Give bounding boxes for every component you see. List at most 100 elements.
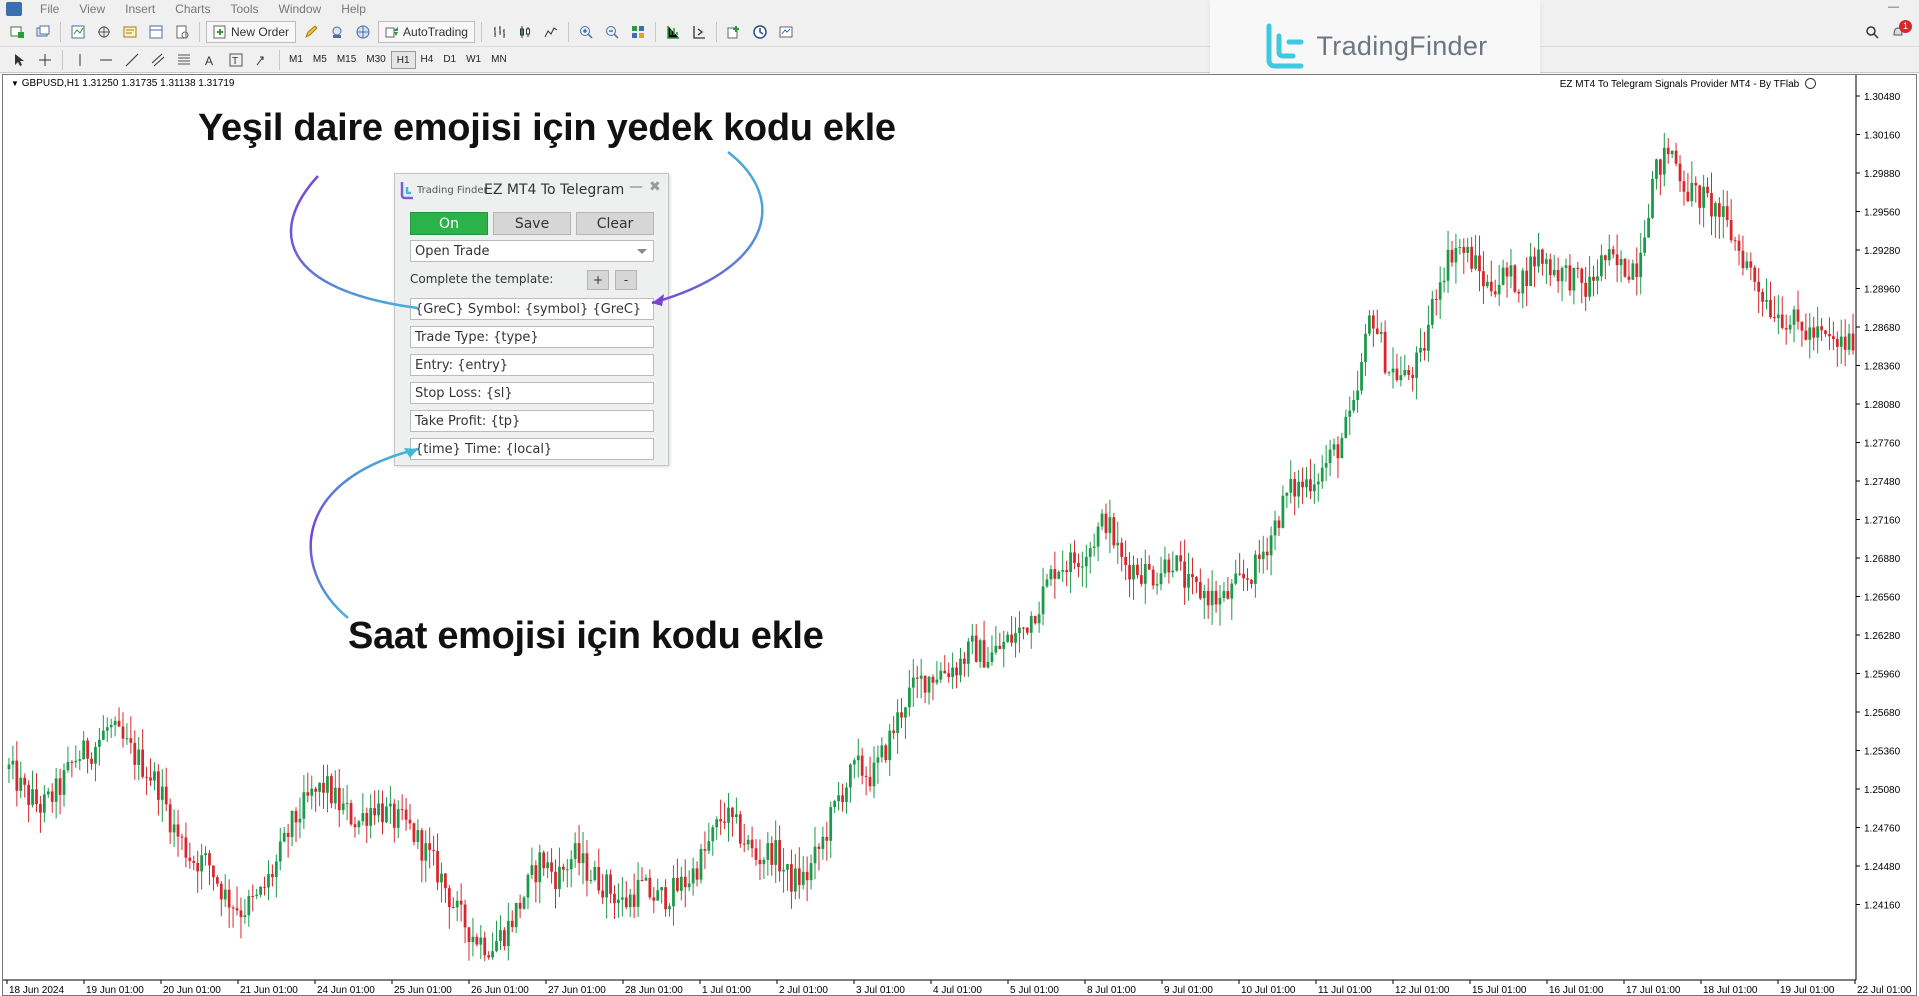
zoom-in-icon[interactable] <box>575 21 597 43</box>
metaeditor-icon[interactable] <box>300 21 322 43</box>
candle-body <box>1556 269 1560 282</box>
panel-close-button[interactable]: ✖ <box>649 179 661 195</box>
timeframe-m30[interactable]: M30 <box>361 51 390 69</box>
text-tool-icon[interactable]: A <box>199 49 221 71</box>
timeframe-h4[interactable]: H4 <box>416 51 439 69</box>
candle-body <box>711 827 715 842</box>
candle-body <box>432 850 435 852</box>
new-chart-icon[interactable] <box>6 21 28 43</box>
timeframe-d1[interactable]: D1 <box>438 51 461 69</box>
signals-icon[interactable] <box>326 21 348 43</box>
timeframe-w1[interactable]: W1 <box>461 51 486 69</box>
candle-body <box>19 777 23 791</box>
cursor-icon[interactable] <box>8 49 30 71</box>
candle-body <box>1238 573 1242 575</box>
template-line-2[interactable]: Trade Type: {type} <box>410 326 654 348</box>
candle-body <box>1415 352 1418 378</box>
candle-body <box>1651 178 1654 218</box>
candle-body <box>620 897 624 900</box>
navigator-icon[interactable] <box>119 21 141 43</box>
chart-shift-icon[interactable] <box>662 21 684 43</box>
autotrading-button[interactable]: AutoTrading <box>378 20 475 43</box>
price-chart[interactable]: 1.30480 1.30160 1.29880 1.29560 1.29280 1.289… <box>3 75 1916 995</box>
template-line-3[interactable]: Entry: {entry} <box>410 354 654 376</box>
menu-insert[interactable]: Insert <box>115 2 165 16</box>
terminal-icon[interactable] <box>145 21 167 43</box>
menu-file[interactable]: File <box>30 2 69 16</box>
tile-windows-icon[interactable] <box>627 21 649 43</box>
app-icon[interactable] <box>6 1 22 16</box>
notifications-icon[interactable]: 1 <box>1887 19 1912 43</box>
candle-body <box>864 775 868 777</box>
candle-body <box>1222 591 1226 598</box>
window-minimize-icon[interactable]: — <box>1888 1 1899 13</box>
save-button[interactable]: Save <box>493 212 571 235</box>
line-chart-icon[interactable] <box>540 21 562 43</box>
candle-body <box>613 893 616 904</box>
add-line-button[interactable]: + <box>587 270 609 290</box>
candle-body <box>1187 573 1190 588</box>
candle-body <box>880 745 884 758</box>
candle-body <box>1639 252 1643 278</box>
candle-body <box>786 864 789 870</box>
horizontal-line-icon[interactable] <box>95 49 117 71</box>
menu-view[interactable]: View <box>69 2 115 16</box>
fibonacci-icon[interactable] <box>173 49 195 71</box>
time-tick-label: 18 Jul 01:00 <box>1703 985 1758 995</box>
timeframe-m15[interactable]: M15 <box>332 51 361 69</box>
timeframe-h1[interactable]: H1 <box>390 50 416 69</box>
market-watch-icon[interactable] <box>67 21 89 43</box>
search-icon[interactable] <box>1861 21 1883 43</box>
template-line-4[interactable]: Stop Loss: {sl} <box>410 382 654 404</box>
data-window-icon[interactable] <box>93 21 115 43</box>
timeframe-m1[interactable]: M1 <box>284 51 308 69</box>
periods-icon[interactable] <box>749 21 771 43</box>
candle-body <box>1682 181 1686 192</box>
zoom-out-icon[interactable] <box>601 21 623 43</box>
candle-body <box>271 874 274 878</box>
vertical-line-icon[interactable] <box>69 49 91 71</box>
event-type-select[interactable]: Open Trade <box>410 240 654 262</box>
candle-body <box>1332 444 1336 450</box>
candle-body <box>27 784 31 805</box>
candle-body <box>624 897 628 908</box>
candle-body <box>923 675 927 693</box>
templates-icon[interactable] <box>775 21 797 43</box>
panel-minimize-button[interactable]: — <box>629 179 643 195</box>
candle-body <box>1250 579 1253 584</box>
candle-body <box>1442 280 1446 283</box>
template-line-1[interactable]: {GreC} Symbol: {symbol} {GreC} <box>410 298 654 320</box>
candle-body <box>959 658 962 676</box>
template-line-5[interactable]: Take Profit: {tp} <box>410 410 654 432</box>
new-order-button[interactable]: New Order <box>206 20 297 43</box>
template-line-6[interactable]: {time} Time: {local} <box>410 438 654 460</box>
bar-chart-icon[interactable] <box>488 21 510 43</box>
channel-icon[interactable] <box>147 49 169 71</box>
menu-help[interactable]: Help <box>331 2 376 16</box>
candle-body <box>1191 573 1194 578</box>
candlestick-chart-icon[interactable] <box>514 21 536 43</box>
arrows-icon[interactable] <box>251 49 273 71</box>
candle-body <box>1761 291 1764 302</box>
remove-line-button[interactable]: - <box>615 270 637 290</box>
timeframe-mn[interactable]: MN <box>486 51 512 69</box>
market-icon[interactable] <box>352 21 374 43</box>
chart-window[interactable]: 1.30480 1.30160 1.29880 1.29560 1.29280 1.289… <box>2 74 1917 996</box>
menu-window[interactable]: Window <box>269 2 332 16</box>
menu-charts[interactable]: Charts <box>165 2 220 16</box>
strategy-tester-icon[interactable] <box>171 21 193 43</box>
trendline-icon[interactable] <box>121 49 143 71</box>
profiles-icon[interactable] <box>32 21 54 43</box>
crosshair-icon[interactable] <box>34 49 56 71</box>
text-label-icon[interactable]: T <box>225 49 247 71</box>
clear-button[interactable]: Clear <box>576 212 654 235</box>
on-button[interactable]: On <box>410 212 488 235</box>
timeframe-m5[interactable]: M5 <box>308 51 332 69</box>
panel-titlebar[interactable]: Trading Finder EZ MT4 To Telegram — ✖ <box>395 174 668 204</box>
candle-body <box>121 726 125 739</box>
candle-body <box>78 759 82 761</box>
menu-tools[interactable]: Tools <box>221 2 269 16</box>
candle-body <box>872 762 876 787</box>
indicators-icon[interactable] <box>723 21 745 43</box>
auto-scroll-icon[interactable] <box>688 21 710 43</box>
